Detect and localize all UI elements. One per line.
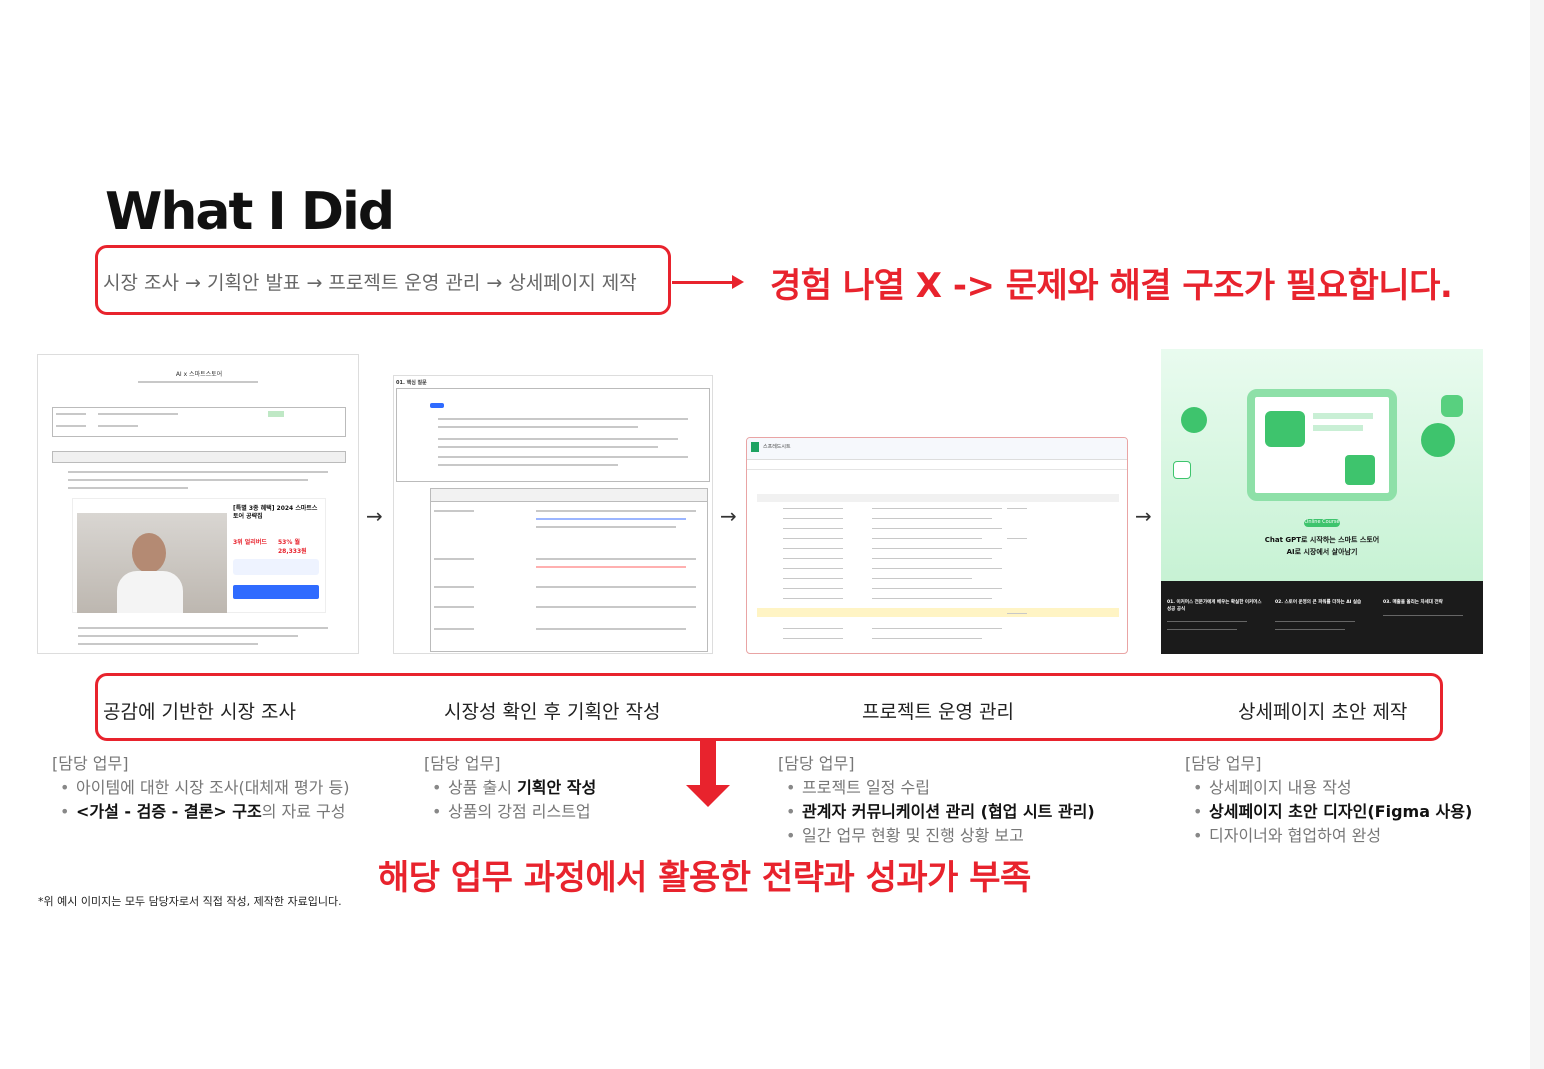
process-flow-text: 시장 조사 → 기획안 발표 → 프로젝트 운영 관리 → 상세페이지 제작 [103, 272, 637, 294]
duty-item: 프로젝트 일정 수립 [778, 776, 1095, 800]
pointer-arrow-head [732, 275, 744, 289]
feature-3: 03. 매출을 올리는 차세대 전략 [1383, 600, 1443, 605]
thumbnail-planning-doc: 01. 핵심 질문 [393, 375, 713, 654]
course-tag: Online Course [1304, 519, 1340, 525]
chatgpt-icon [1421, 423, 1455, 457]
arrow-icon: → [720, 504, 737, 528]
step-label-planning: 시장성 확인 후 기획안 작성 [444, 701, 661, 723]
duty-header: [담당 업무] [1185, 754, 1262, 773]
down-arrow-head [686, 785, 730, 807]
down-arrow-stem [700, 741, 716, 787]
headline-message: 경험 나열 X -> 문제와 해결 구조가 필요합니다. [770, 266, 1453, 306]
duty-item: <가설 - 검증 - 결론> 구조의 자료 구성 [52, 800, 349, 824]
card-price: 53% 월 28,333원 [278, 539, 307, 555]
card-badge: 3위 얼리버드 [233, 539, 267, 546]
doc-section: 01. 핵심 질문 [396, 380, 427, 386]
duty-item: 상품 출시 기획안 작성 [424, 776, 596, 800]
page-title: What I Did [105, 182, 395, 242]
notion-icon [1173, 461, 1191, 479]
bottom-message: 해당 업무 과정에서 활용한 전략과 성과가 부족 [378, 858, 1031, 898]
duty-block-market-research: [담당 업무] 아이템에 대한 시장 조사(대체재 평가 등) <가설 - 검증… [52, 752, 349, 824]
duty-item: 디자이너와 협업하여 완성 [1185, 824, 1472, 848]
duty-block-project-management: [담당 업무] 프로젝트 일정 수립 관계자 커뮤니케이션 관리 (협업 시트 … [778, 752, 1095, 848]
thumbnail-collaboration-sheet: 스프레드시트 [746, 437, 1128, 654]
duty-item: 상세페이지 초안 디자인(Figma 사용) [1185, 800, 1472, 824]
duty-header: [담당 업무] [52, 754, 129, 773]
gear-icon [1441, 395, 1463, 417]
course-title-line2: AI로 시장에서 살아남기 [1286, 548, 1358, 556]
robot-icon [1181, 407, 1207, 433]
doc-title: AI x 스마트스토어 [175, 371, 223, 378]
feature-2: 02. 스토어 운영의 큰 파워를 더하는 AI 실습 [1275, 600, 1362, 605]
duty-item: 상품의 강점 리스트업 [424, 800, 596, 824]
sheet-caption: 스프레드시트 [763, 444, 791, 450]
card-title: [특별 3종 혜택] 2024 스마트스토어 공략집 [233, 505, 318, 520]
footnote: *위 예시 이미지는 모두 담당자로서 직접 작성, 제작한 자료입니다. [38, 895, 342, 908]
step-label-project-management: 프로젝트 운영 관리 [862, 701, 1014, 723]
duty-item: 상세페이지 내용 작성 [1185, 776, 1472, 800]
pointer-arrow-line [672, 281, 734, 284]
step-label-detail-page: 상세페이지 초안 제작 [1238, 701, 1408, 723]
thumbnail-detail-page-design: Online Course Chat GPT로 시작하는 스마트 스토어 AI로… [1161, 349, 1483, 654]
step-label-market-research: 공감에 기반한 시장 조사 [103, 701, 296, 723]
feature-1: 01. 이커머스 전문가에게 배우는 확실한 이커머스 성공 공식 [1167, 600, 1262, 612]
arrow-icon: → [1135, 504, 1152, 528]
slide: What I Did 시장 조사 → 기획안 발표 → 프로젝트 운영 관리 →… [0, 0, 1530, 1069]
course-title-line1: Chat GPT로 시작하는 스마트 스토어 [1264, 536, 1380, 544]
duty-block-planning: [담당 업무] 상품 출시 기획안 작성 상품의 강점 리스트업 [424, 752, 596, 824]
arrow-icon: → [366, 504, 383, 528]
laptop-illustration [1247, 389, 1397, 501]
duty-item: 관계자 커뮤니케이션 관리 (협업 시트 관리) [778, 800, 1095, 824]
instructor-photo [77, 513, 227, 613]
duty-item: 일간 업무 현황 및 진행 상황 보고 [778, 824, 1095, 848]
duty-header: [담당 업무] [424, 754, 501, 773]
thumbnail-market-research-doc: AI x 스마트스토어 [특별 3종 혜택] 2024 스마트스토어 공략집 3… [37, 354, 359, 654]
duty-header: [담당 업무] [778, 754, 855, 773]
duty-item: 아이템에 대한 시장 조사(대체재 평가 등) [52, 776, 349, 800]
duty-block-detail-page: [담당 업무] 상세페이지 내용 작성 상세페이지 초안 디자인(Figma 사… [1185, 752, 1472, 848]
